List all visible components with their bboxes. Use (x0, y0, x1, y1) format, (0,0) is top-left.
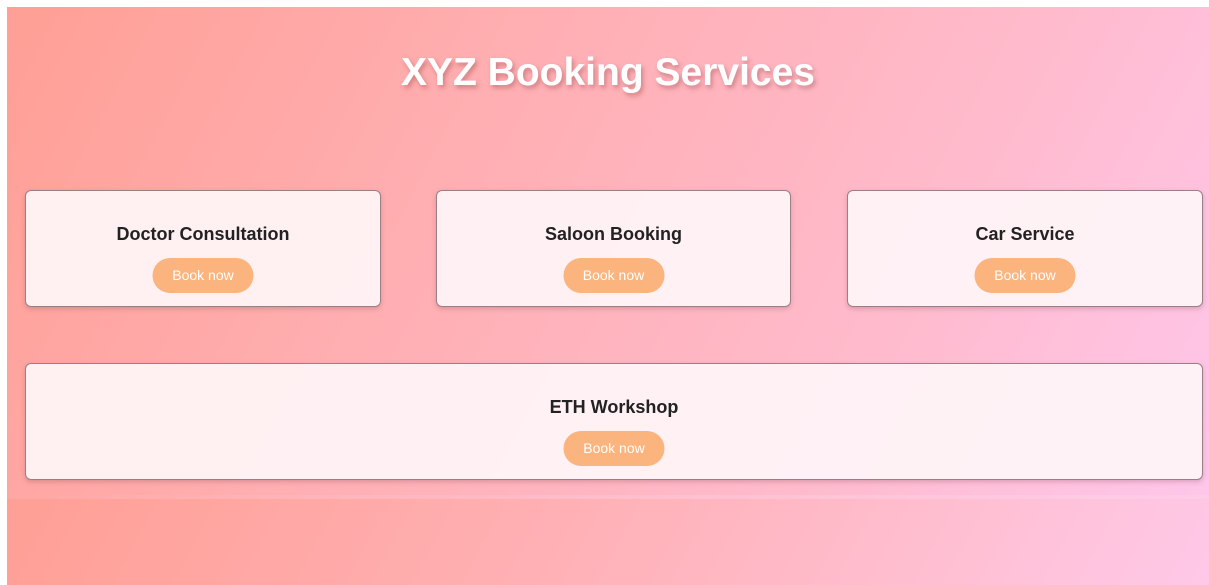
service-card-title: Saloon Booking (545, 224, 682, 244)
service-card-doctor-consultation: Doctor Consultation Book now (25, 190, 381, 307)
page-bottom-area (7, 499, 1209, 585)
service-card-title: Car Service (975, 224, 1075, 244)
book-now-button-doctor-consultation[interactable]: Book now (152, 258, 254, 293)
page-viewport: XYZ Booking Services Doctor Consultation… (7, 7, 1209, 585)
book-now-button-car-service[interactable]: Book now (974, 258, 1076, 293)
service-card-title: Doctor Consultation (116, 224, 290, 244)
page-title: XYZ Booking Services (401, 51, 815, 94)
main-content: XYZ Booking Services Doctor Consultation… (7, 7, 1209, 499)
service-card-eth-workshop: ETH Workshop Book now (25, 363, 1203, 480)
service-card-saloon-booking: Saloon Booking Book now (436, 190, 791, 307)
service-card-car-service: Car Service Book now (847, 190, 1203, 307)
book-now-button-eth-workshop[interactable]: Book now (563, 431, 665, 466)
book-now-button-saloon-booking[interactable]: Book now (563, 258, 664, 293)
service-card-title: ETH Workshop (549, 397, 679, 417)
